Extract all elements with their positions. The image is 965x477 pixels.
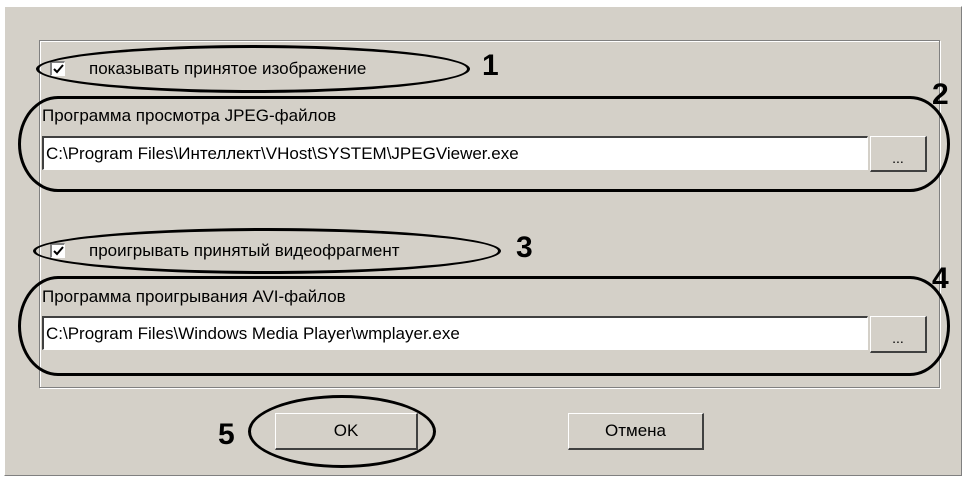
callout-ellipse-1 (36, 45, 470, 93)
callout-number-3: 3 (516, 231, 533, 264)
callout-ellipse-3 (33, 228, 501, 274)
callout-number-5: 5 (218, 418, 235, 451)
callout-number-4: 4 (932, 262, 949, 295)
callout-ellipse-5 (248, 395, 436, 468)
callout-ellipse-4 (18, 276, 950, 376)
callout-number-2: 2 (932, 78, 949, 111)
callout-ellipse-2 (18, 96, 950, 192)
cancel-button[interactable]: Отмена (568, 413, 704, 450)
callout-number-1: 1 (482, 49, 499, 82)
